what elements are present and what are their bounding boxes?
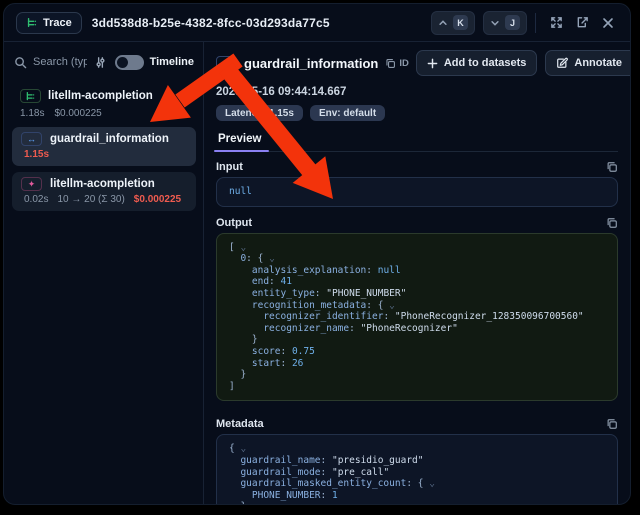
output-section-title: Output [216,217,252,229]
id-label: ID [399,58,409,69]
shortcut-key-j: J [505,15,520,30]
copy-icon [606,418,618,430]
cost-value: $0.000225 [134,194,181,205]
copy-output-button[interactable] [606,217,618,229]
annotate-button[interactable]: Annotate [546,51,631,75]
collapse-all-button[interactable] [180,89,194,103]
copy-icon [606,161,618,173]
expand-button[interactable] [546,13,566,33]
tree-node-metrics: 1.18s $0.000225 [12,105,196,121]
external-link-icon [576,16,589,29]
span-icon: ↔ [21,132,42,146]
close-button[interactable] [598,13,618,33]
span-icon: ↔ [216,56,237,70]
shortcut-key-k: K [453,15,468,30]
search-input[interactable] [33,56,87,68]
tree-node-label: guardrail_information [50,133,169,145]
copy-id-button[interactable]: ID [385,58,409,69]
tree-node-litellm-acompletion[interactable]: ✦ litellm-acompletion 0.02s 10 → 20 (Σ 3… [12,172,196,211]
cost-value: $0.000225 [54,108,101,119]
tab-preview[interactable]: Preview [216,130,263,151]
latency-badge: Latency: 1.15s [216,105,303,121]
plus-icon [427,58,438,69]
trace-badge-label: Trace [43,17,72,29]
add-to-datasets-button[interactable]: Add to datasets [416,50,538,76]
metadata-code-block: { ⌄ guardrail_name: "presidio_guard" gua… [216,434,618,505]
observation-timestamp: 2025-05-16 09:44:14.667 [216,86,618,98]
copy-icon [606,217,618,229]
copy-icon [385,58,396,69]
tree-node-label: litellm-acompletion [50,178,155,190]
copy-metadata-button[interactable] [606,418,618,430]
tree-node-label: litellm-acompletion [48,90,153,102]
add-to-datasets-label: Add to datasets [444,57,527,69]
tree-node-guardrail-information[interactable]: ↔ guardrail_information 1.15s [12,127,196,166]
chevron-down-icon [490,18,500,28]
timeline-toggle[interactable] [115,55,144,70]
input-code-block: null [216,177,618,207]
chevron-up-icon [162,91,173,102]
next-observation-button[interactable]: J [483,11,527,35]
metadata-section-title: Metadata [216,418,264,430]
prev-observation-button[interactable]: K [431,11,475,35]
observation-detail-panel: ↔ guardrail_information ID Add to datase… [204,42,630,504]
expand-icon [550,16,563,29]
trace-tree-icon [26,17,38,29]
latency-value: 1.15s [24,149,49,160]
observation-title: guardrail_information [244,56,378,71]
chevrons-down-up-icon [182,91,193,102]
open-external-button[interactable] [572,13,592,33]
trace-detail-window: Trace 3dd538d8-b25e-4382-8fcc-03d293da77… [3,3,631,505]
tabbar: Preview [216,130,618,152]
annotate-split-button: Annotate [545,50,631,76]
filter-settings-button[interactable] [93,54,109,70]
collapse-node-button[interactable] [160,89,174,103]
generation-sparkle-icon: ✦ [21,177,42,191]
timeline-toggle-label: Timeline [150,56,194,68]
copy-input-button[interactable] [606,161,618,173]
sliders-icon [94,56,107,69]
chevron-up-icon [438,18,448,28]
trace-id: 3dd538d8-b25e-4382-8fcc-03d293da77c5 [92,16,330,30]
trace-tree-sidebar: Timeline litellm-acompletion [4,42,204,504]
annotate-label: Annotate [574,57,622,69]
latency-value: 1.18s [20,108,44,119]
trace-type-badge: Trace [16,12,82,34]
trace-tree-icon [20,89,41,103]
token-usage-value: 10 → 20 (Σ 30) [57,194,124,205]
close-icon [602,17,614,29]
input-section-title: Input [216,161,243,173]
topbar: Trace 3dd538d8-b25e-4382-8fcc-03d293da77… [4,4,630,42]
search-icon [14,56,27,69]
pencil-square-icon [556,57,568,69]
env-badge: Env: default [310,105,385,121]
tree-node-trace-root[interactable]: litellm-acompletion [12,87,196,105]
output-code-block: [ ⌄ 0: { ⌄ analysis_explanation: null en… [216,233,618,402]
latency-value: 0.02s [24,194,48,205]
